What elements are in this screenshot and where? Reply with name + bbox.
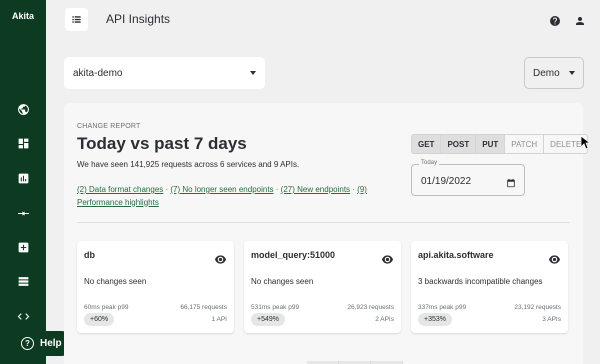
report-links: (2) Data format changes · (7) No longer … — [77, 184, 397, 209]
service-card-change-badge: +549% — [251, 313, 285, 326]
service-card-peak: 531ms peak p99 — [251, 304, 300, 311]
help-circle-icon[interactable] — [549, 14, 561, 26]
method-toggle-put[interactable]: PUT — [476, 135, 506, 153]
service-card[interactable]: api.akita.software 3 backwards incompati… — [411, 241, 568, 333]
eye-icon[interactable] — [215, 251, 226, 264]
environment-select-value: Demo — [533, 67, 560, 79]
mouse-cursor-icon — [581, 136, 591, 150]
service-card-apis: 2 APIs — [375, 316, 394, 323]
chevron-down-icon — [569, 71, 575, 75]
service-card-peak: 337ms peak p99 — [418, 304, 467, 311]
service-card-title: model_query:51000 — [251, 250, 336, 260]
service-card-status: No changes seen — [84, 277, 147, 286]
calendar-icon[interactable] — [506, 175, 516, 188]
brand-logo[interactable]: Akita — [0, 11, 46, 21]
sidebar: Akita — [0, 0, 46, 364]
service-card-requests: 26,923 requests — [347, 304, 394, 311]
service-card-requests: 23,192 requests — [514, 304, 561, 311]
account-icon[interactable] — [574, 14, 586, 26]
service-card-change-badge: +60% — [84, 313, 115, 326]
service-card[interactable]: model_query:51000 No changes seen 531ms … — [244, 241, 401, 333]
help-label: Help — [40, 338, 62, 349]
link-no-longer-seen-endpoints[interactable]: (7) No longer seen endpoints — [170, 185, 273, 194]
service-card[interactable]: db No changes seen 60ms peak p99 +60% 66… — [77, 241, 234, 333]
eye-icon[interactable] — [382, 251, 393, 264]
service-card-title: api.akita.software — [418, 250, 494, 260]
date-input-value: 01/19/2022 — [421, 176, 472, 187]
eye-icon[interactable] — [549, 251, 560, 264]
service-card-status: 3 backwards incompatible changes — [418, 277, 543, 286]
method-toggle-patch[interactable]: PATCH — [505, 135, 545, 153]
link-separator: · — [273, 185, 281, 194]
report-summary: We have seen 141,925 requests across 6 s… — [77, 160, 300, 169]
date-input[interactable]: Today 01/19/2022 — [411, 160, 525, 196]
chevron-down-icon — [250, 71, 256, 75]
project-select[interactable]: akita-demo — [64, 57, 265, 89]
project-select-value: akita-demo — [73, 67, 123, 79]
link-new-endpoints[interactable]: (27) New endpoints — [281, 185, 350, 194]
date-input-label: Today — [419, 160, 440, 166]
change-report-panel: CHANGE REPORT Today vs past 7 days We ha… — [64, 103, 589, 364]
page-title: API Insights — [106, 12, 171, 26]
menu-icon — [72, 16, 81, 23]
code-icon[interactable] — [14, 307, 32, 325]
menu-toggle-button[interactable] — [65, 8, 88, 31]
service-card-requests: 66,175 requests — [180, 304, 227, 311]
method-toggle-get[interactable]: GET — [412, 135, 442, 153]
service-card-apis: 1 API — [211, 316, 227, 323]
service-card-change-badge: +353% — [418, 313, 452, 326]
service-card-apis: 3 APIs — [542, 316, 561, 323]
bar-chart-icon[interactable] — [14, 169, 32, 187]
report-label: CHANGE REPORT — [77, 123, 141, 130]
globe-icon[interactable] — [14, 100, 32, 118]
help-icon: ? — [21, 337, 34, 350]
service-card-title: db — [84, 250, 95, 260]
report-title: Today vs past 7 days — [77, 134, 247, 153]
method-toggle-post[interactable]: POST — [441, 135, 477, 153]
list-icon[interactable] — [14, 272, 32, 290]
service-card-peak: 60ms peak p99 — [84, 304, 129, 311]
divider — [77, 222, 570, 223]
merge-arrows-icon[interactable] — [14, 204, 32, 222]
dashboard-icon[interactable] — [14, 134, 32, 152]
http-method-filter: GET POST PUT PATCH DELETE — [411, 134, 589, 154]
environment-select[interactable]: Demo — [524, 57, 584, 89]
service-card-status: No changes seen — [251, 277, 314, 286]
link-data-format-changes[interactable]: (2) Data format changes — [77, 185, 163, 194]
add-box-icon[interactable] — [14, 238, 32, 256]
